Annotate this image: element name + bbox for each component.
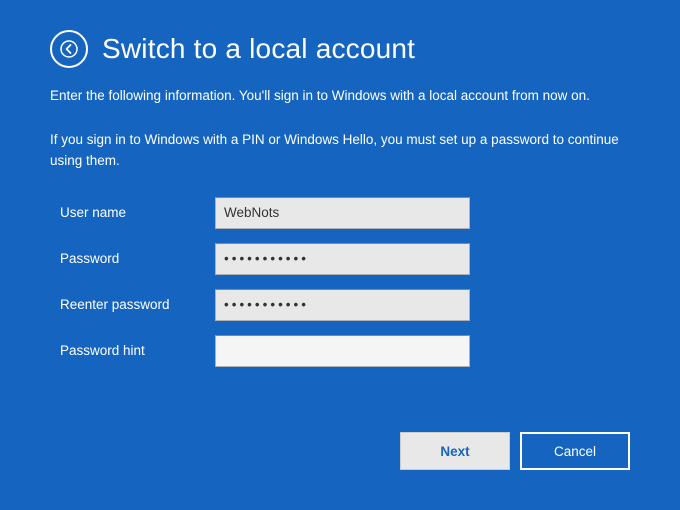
header: Switch to a local account	[50, 30, 630, 68]
hint-label: Password hint	[60, 343, 215, 358]
username-label: User name	[60, 205, 215, 220]
back-button[interactable]	[50, 30, 88, 68]
password-input[interactable]	[215, 243, 470, 275]
cancel-button[interactable]: Cancel	[520, 432, 630, 470]
reenter-row: Reenter password	[60, 289, 630, 321]
page-title: Switch to a local account	[102, 33, 415, 65]
username-row: User name	[60, 197, 630, 229]
page-container: Switch to a local account Enter the foll…	[0, 0, 680, 510]
next-button[interactable]: Next	[400, 432, 510, 470]
description-line2: If you sign in to Windows with a PIN or …	[50, 130, 630, 171]
hint-input[interactable]	[215, 335, 470, 367]
username-input[interactable]	[215, 197, 470, 229]
reenter-label: Reenter password	[60, 297, 215, 312]
hint-row: Password hint	[60, 335, 630, 367]
password-label: Password	[60, 251, 215, 266]
description-line1: Enter the following information. You'll …	[50, 86, 630, 106]
form-area: User name Password Reenter password Pass…	[60, 197, 630, 381]
reenter-input[interactable]	[215, 289, 470, 321]
button-area: Next Cancel	[50, 432, 630, 480]
password-row: Password	[60, 243, 630, 275]
